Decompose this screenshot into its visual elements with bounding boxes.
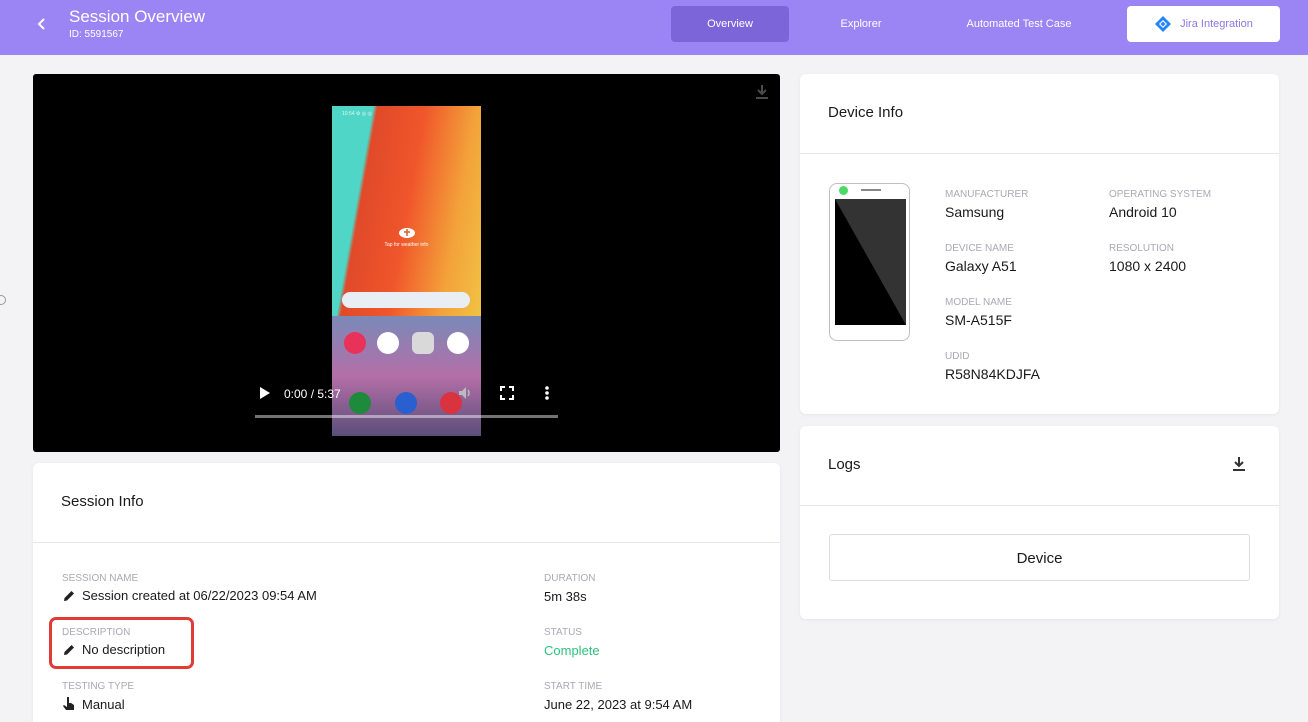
camera-dot: [839, 186, 848, 195]
status-bar: 10:54 ⚙ ◎ ◎: [342, 111, 372, 117]
tab-explorer[interactable]: Explorer: [808, 6, 914, 42]
google-search-bar: [342, 292, 470, 308]
testing-type-row: Manual: [62, 696, 125, 712]
fullscreen-button[interactable]: [500, 386, 514, 405]
tab-overview[interactable]: Overview: [671, 6, 789, 42]
model-name-label: MODEL NAME: [945, 297, 1012, 308]
device-logs-button[interactable]: Device: [829, 534, 1250, 581]
status-value: Complete: [544, 643, 600, 658]
manufacturer-label: MANUFACTURER: [945, 189, 1029, 200]
divider: [800, 505, 1279, 506]
jira-integration-button[interactable]: Jira Integration: [1127, 6, 1280, 42]
fullscreen-icon: [500, 386, 514, 400]
device-phone-image: [829, 183, 910, 341]
more-options-button[interactable]: [544, 385, 550, 406]
tab-automated-test-case[interactable]: Automated Test Case: [933, 6, 1105, 42]
weather-hint: Tap for weather info: [384, 242, 429, 248]
download-logs-button[interactable]: [1230, 455, 1248, 478]
google-folder-icon: [412, 332, 434, 354]
session-id: ID: 5591567: [69, 29, 124, 40]
manufacturer-value: Samsung: [945, 204, 1005, 220]
os-label: OPERATING SYSTEM: [1109, 189, 1212, 200]
session-name-value: Session created at 06/22/2023 09:54 AM: [82, 588, 317, 603]
touch-icon: [63, 697, 74, 710]
udid-label: UDID: [945, 351, 970, 362]
volume-icon: [459, 387, 470, 399]
start-time-label: START TIME: [544, 681, 603, 692]
download-icon: [1233, 457, 1245, 471]
os-value: Android 10: [1109, 204, 1177, 220]
session-name-label: SESSION NAME: [62, 573, 139, 584]
start-time-value: June 22, 2023 at 9:54 AM: [544, 697, 693, 712]
galaxy-store-icon: [344, 332, 366, 354]
video-time: 0:00 / 5:37: [284, 387, 341, 401]
volume-button[interactable]: [457, 385, 473, 406]
testing-type-label: TESTING TYPE: [62, 681, 135, 692]
model-name-value: SM-A515F: [945, 312, 1012, 328]
divider: [800, 153, 1279, 154]
device-name-value: Galaxy A51: [945, 258, 1017, 274]
download-video-button[interactable]: [753, 83, 771, 106]
jira-integration-label: Jira Integration: [1180, 18, 1253, 30]
session-info-title: Session Info: [61, 493, 144, 510]
logs-title: Logs: [828, 456, 861, 473]
download-icon: [756, 85, 768, 99]
messages-app-icon: [395, 392, 417, 414]
play-icon: [260, 387, 270, 399]
phone-app-icon: [349, 392, 371, 414]
udid-value: R58N84KDJFA: [945, 366, 1040, 382]
status-label: STATUS: [544, 627, 582, 638]
back-button[interactable]: [30, 12, 54, 36]
duration-label: DURATION: [544, 573, 596, 584]
video-progress-bar[interactable]: [255, 415, 558, 418]
testing-type-value: Manual: [82, 696, 125, 712]
collapse-handle[interactable]: [0, 295, 6, 305]
page-title: Session Overview: [69, 7, 206, 26]
device-info-title: Device Info: [828, 104, 904, 121]
device-screen: [835, 199, 906, 325]
chevron-left-icon: [37, 18, 45, 30]
weather-cloud-icon: [399, 228, 415, 238]
device-name-label: DEVICE NAME: [945, 243, 1014, 254]
onedrive-icon: [447, 332, 469, 354]
duration-value: 5m 38s: [544, 589, 587, 604]
resolution-value: 1080 x 2400: [1109, 258, 1187, 274]
play-button[interactable]: [259, 386, 271, 405]
logs-card: Logs: [800, 426, 1279, 619]
play-store-icon: [377, 332, 399, 354]
resolution-label: RESOLUTION: [1109, 243, 1175, 254]
description-highlight: [49, 617, 194, 669]
jira-icon: [1155, 16, 1172, 32]
session-name-row[interactable]: Session created at 06/22/2023 09:54 AM: [62, 588, 317, 603]
speaker-slot: [861, 189, 881, 191]
more-vertical-icon: [545, 386, 549, 400]
top-header: Session Overview ID: 5591567 Overview Ex…: [0, 0, 1308, 55]
pencil-icon: [64, 590, 74, 601]
video-player[interactable]: 10:54 ⚙ ◎ ◎ Tap for weather info 0:00 / …: [33, 74, 780, 452]
divider: [33, 542, 780, 543]
